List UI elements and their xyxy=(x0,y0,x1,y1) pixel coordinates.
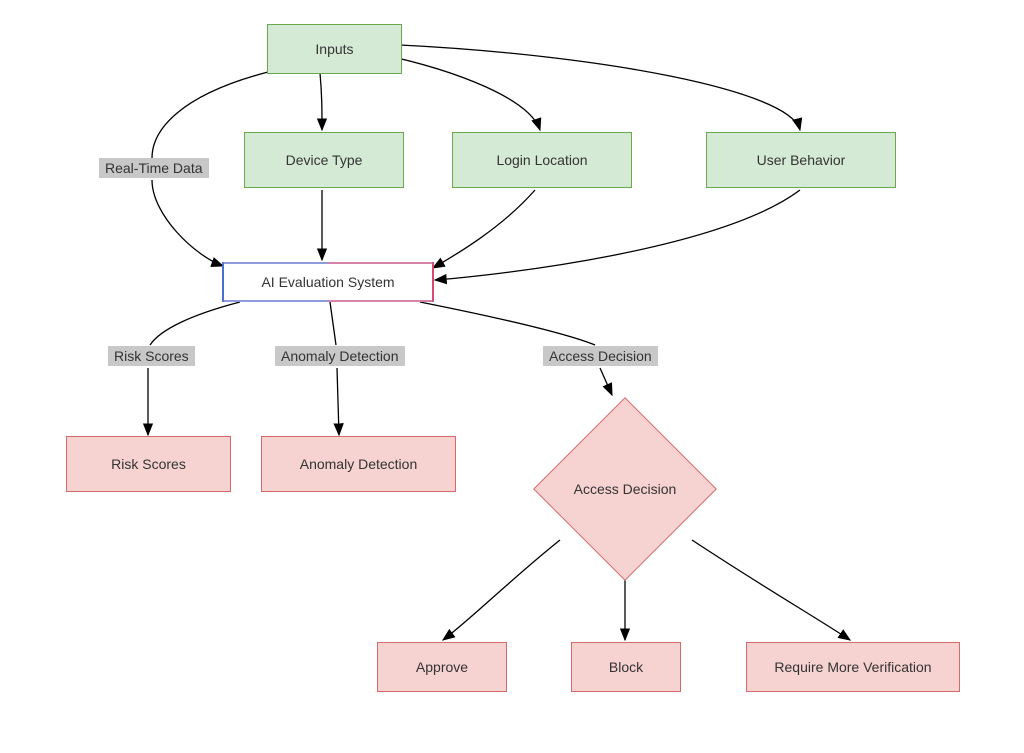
node-login-location-label: Login Location xyxy=(496,152,587,169)
node-access-decision-label: Access Decision xyxy=(574,481,677,497)
node-ai-evaluation-system: AI Evaluation System xyxy=(222,262,434,302)
node-risk-scores: Risk Scores xyxy=(66,436,231,492)
node-require-more-label: Require More Verification xyxy=(774,659,931,676)
label-anomaly-detection: Anomaly Detection xyxy=(275,346,405,366)
node-login-location: Login Location xyxy=(452,132,632,188)
label-access-decision: Access Decision xyxy=(543,346,658,366)
node-require-more-verification: Require More Verification xyxy=(746,642,960,692)
node-ai-label: AI Evaluation System xyxy=(261,274,394,290)
label-anomaly-detection-text: Anomaly Detection xyxy=(281,348,399,364)
node-anomaly-detection-label: Anomaly Detection xyxy=(300,456,418,473)
label-access-decision-text: Access Decision xyxy=(549,348,652,364)
node-block: Block xyxy=(571,642,681,692)
node-user-behavior-label: User Behavior xyxy=(757,152,846,169)
label-real-time-data: Real-Time Data xyxy=(99,158,209,178)
node-approve: Approve xyxy=(377,642,507,692)
node-device-type: Device Type xyxy=(244,132,404,188)
node-device-type-label: Device Type xyxy=(286,152,363,169)
label-risk-scores-text: Risk Scores xyxy=(114,348,189,364)
node-access-decision: Access Decision xyxy=(531,395,719,583)
node-user-behavior: User Behavior xyxy=(706,132,896,188)
node-risk-scores-label: Risk Scores xyxy=(111,456,186,473)
node-inputs-label: Inputs xyxy=(315,41,353,58)
arrows-layer xyxy=(0,0,1024,753)
node-block-label: Block xyxy=(609,659,643,676)
node-approve-label: Approve xyxy=(416,659,468,676)
label-real-time-data-text: Real-Time Data xyxy=(105,160,203,176)
node-anomaly-detection: Anomaly Detection xyxy=(261,436,456,492)
node-inputs: Inputs xyxy=(267,24,402,74)
label-risk-scores: Risk Scores xyxy=(108,346,195,366)
